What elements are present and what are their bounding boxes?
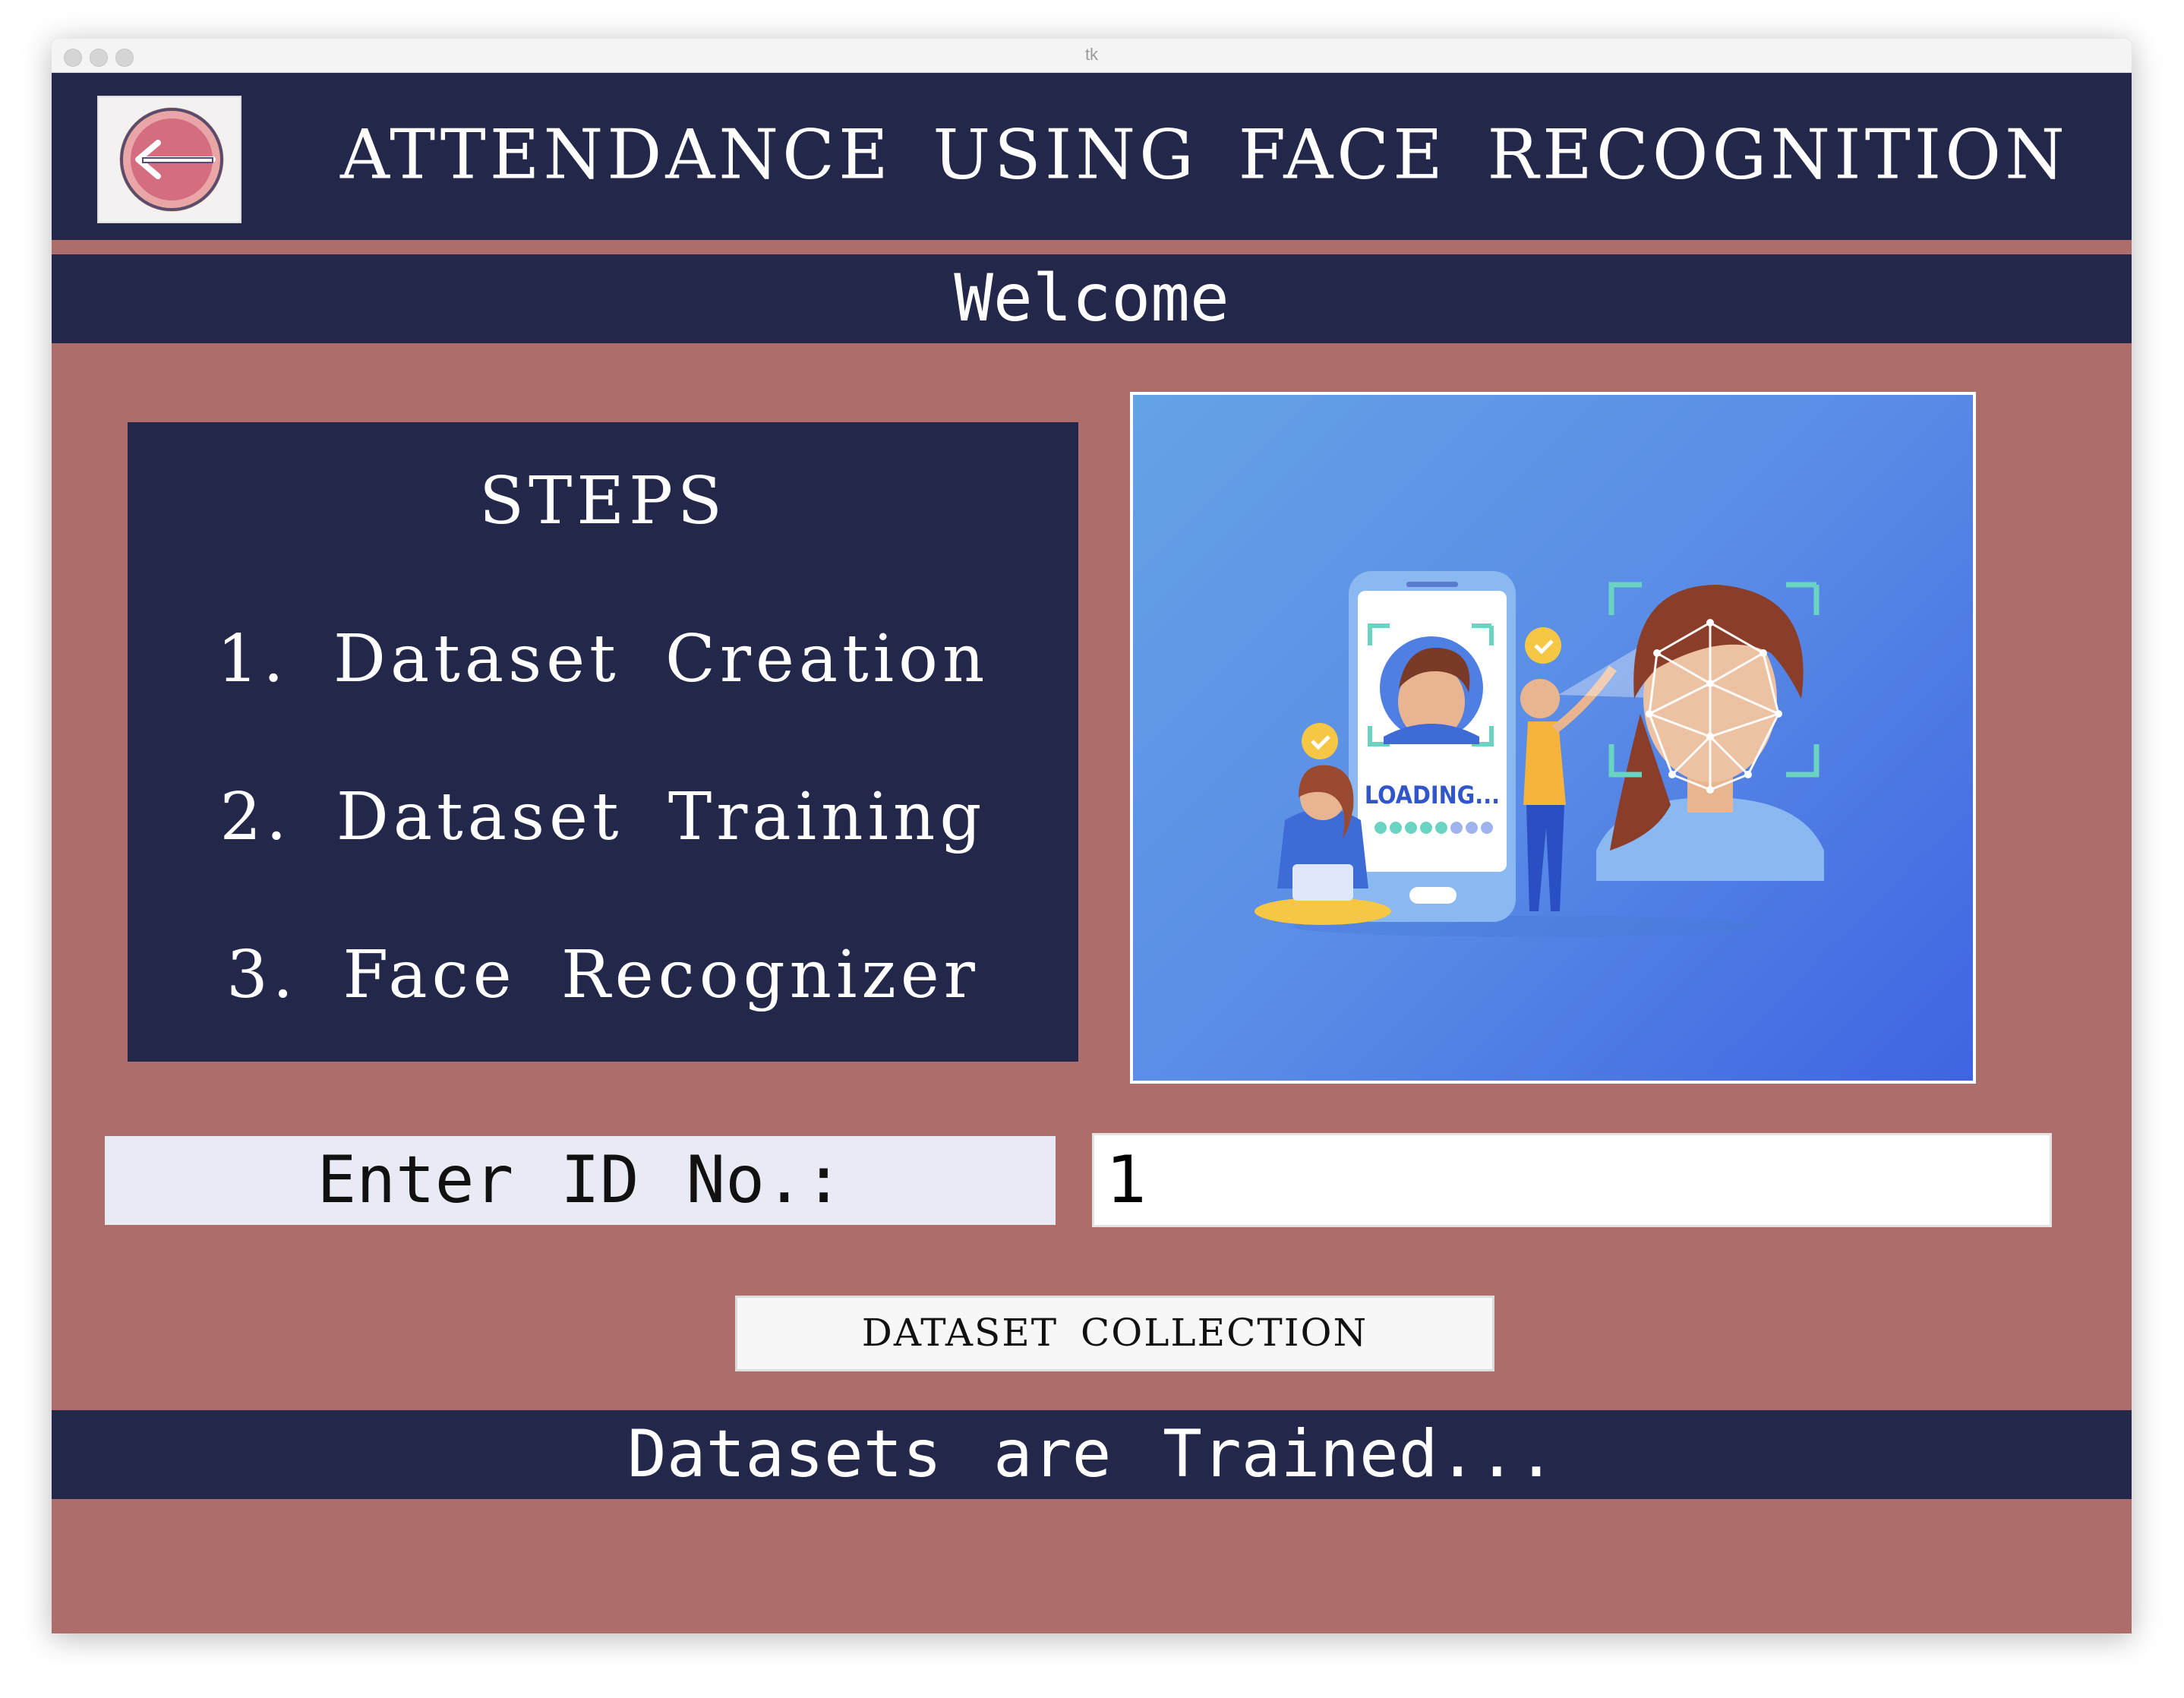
step-item: 1. Dataset Creation — [216, 621, 989, 697]
step-item: 2. Dataset Training — [219, 779, 986, 855]
id-label: Enter ID No.: — [105, 1136, 1056, 1225]
steps-panel: STEPS 1. Dataset Creation 2. Dataset Tra… — [128, 422, 1078, 1062]
window-titlebar: tk — [52, 39, 2132, 73]
id-input[interactable] — [1092, 1133, 2052, 1227]
loading-text: LOADING... — [1365, 781, 1500, 810]
exit-door-icon — [119, 107, 224, 212]
app-window: tk ATTENDANCE USING FACE RECOGNITION Wel… — [52, 39, 2132, 1633]
illustration-graphic: LOADING... — [1255, 571, 1824, 937]
app-header: ATTENDANCE USING FACE RECOGNITION — [52, 73, 2132, 240]
steps-title: STEPS — [479, 463, 727, 539]
status-banner: Datasets are Trained... — [52, 1410, 2132, 1499]
step-item: 3. Face Recognizer — [226, 937, 980, 1013]
exit-button[interactable] — [97, 96, 241, 223]
face-recognition-illustration: LOADING... — [1130, 392, 1976, 1084]
app-title: ATTENDANCE USING FACE RECOGNITION — [340, 115, 2069, 195]
welcome-banner: Welcome — [52, 254, 2132, 343]
window-title: tk — [1084, 45, 1099, 64]
dataset-collection-button[interactable]: DATASET COLLECTION — [735, 1296, 1494, 1371]
